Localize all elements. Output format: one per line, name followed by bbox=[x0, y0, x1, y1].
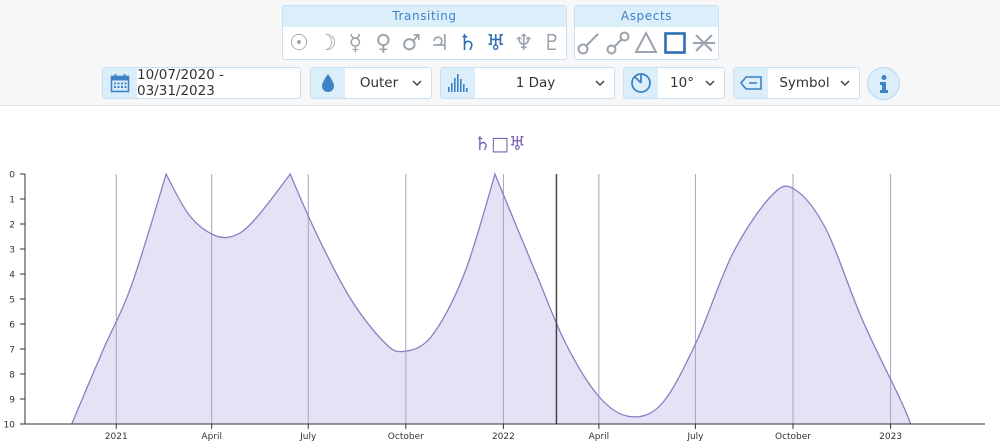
aspects-items bbox=[575, 27, 718, 59]
transiting-bodies: ☉ ☽ ☿ ♀ ♂ ♃ ♄ ♅ ♆ ♇ bbox=[283, 27, 566, 59]
interval-value: 1 Day bbox=[515, 75, 556, 91]
orb-chart: 0 1 2 3 4 5 6 7 8 9 10 2021 April July October 2022 Apri… bbox=[4, 171, 985, 442]
series-area bbox=[71, 174, 911, 424]
x-tick-label: 2022 bbox=[492, 432, 515, 442]
interval-select[interactable]: 1 Day bbox=[440, 67, 615, 99]
toolbar: Transiting ☉ ☽ ☿ ♀ ♂ ♃ ♄ ♅ ♆ ♇ Aspects 1… bbox=[0, 0, 1000, 106]
orb-select[interactable]: 10° bbox=[623, 67, 725, 99]
info-button[interactable] bbox=[867, 67, 900, 100]
mars-icon[interactable]: ♂ bbox=[397, 27, 425, 59]
planet-set-select[interactable]: Outer bbox=[310, 67, 432, 99]
square-icon[interactable] bbox=[661, 27, 690, 59]
transiting-header: Transiting bbox=[283, 6, 566, 27]
y-tick-label: 9 bbox=[9, 396, 15, 406]
y-tick-label: 0 bbox=[9, 171, 15, 181]
mercury-icon[interactable]: ☿ bbox=[341, 27, 369, 59]
y-tick-label: 10 bbox=[4, 421, 16, 431]
chevron-down-icon bbox=[840, 80, 850, 87]
jupiter-icon[interactable]: ♃ bbox=[425, 27, 453, 59]
date-range-value[interactable]: 10/07/2020 - 03/31/2023 bbox=[137, 67, 300, 99]
water-drop-icon bbox=[311, 68, 345, 98]
y-tick-label: 3 bbox=[9, 246, 15, 256]
display-value: Symbol bbox=[779, 75, 830, 91]
y-tick-label: 8 bbox=[9, 371, 15, 381]
moon-icon[interactable]: ☽ bbox=[313, 27, 341, 59]
y-tick-label: 2 bbox=[9, 221, 15, 231]
x-tick-label: April bbox=[589, 432, 610, 442]
opposition-icon[interactable] bbox=[604, 27, 633, 59]
x-tick-label: July bbox=[686, 432, 704, 442]
histogram-icon bbox=[441, 68, 475, 98]
x-tick-label: 2021 bbox=[105, 432, 128, 442]
calendar-icon bbox=[103, 68, 137, 98]
chevron-down-icon bbox=[412, 80, 422, 87]
neptune-icon[interactable]: ♆ bbox=[510, 27, 538, 59]
y-tick-label: 6 bbox=[9, 321, 15, 331]
date-range-control[interactable]: 10/07/2020 - 03/31/2023 bbox=[102, 67, 301, 99]
x-tick-label: 2023 bbox=[879, 432, 902, 442]
chevron-down-icon bbox=[705, 80, 715, 87]
orb-value: 10° bbox=[670, 75, 694, 91]
pluto-icon[interactable]: ♇ bbox=[538, 27, 566, 59]
y-tick-label: 4 bbox=[9, 271, 15, 281]
sun-icon[interactable]: ☉ bbox=[285, 27, 313, 59]
y-tick-label: 5 bbox=[9, 296, 15, 306]
info-icon bbox=[879, 74, 888, 93]
aspects-panel: Aspects bbox=[574, 5, 719, 60]
x-tick-label: October bbox=[388, 432, 424, 442]
x-tick-label: April bbox=[201, 432, 222, 442]
x-tick-label: October bbox=[775, 432, 811, 442]
chevron-down-icon bbox=[595, 80, 605, 87]
sextile-icon[interactable] bbox=[689, 27, 718, 59]
chart-title: ♄□♅ bbox=[473, 133, 527, 155]
y-tick-label: 7 bbox=[9, 346, 15, 356]
display-select[interactable]: Symbol bbox=[733, 67, 860, 99]
transiting-panel: Transiting ☉ ☽ ☿ ♀ ♂ ♃ ♄ ♅ ♆ ♇ bbox=[282, 5, 567, 60]
trine-icon[interactable] bbox=[632, 27, 661, 59]
orb-gauge-icon bbox=[624, 68, 658, 98]
tag-icon bbox=[734, 68, 768, 98]
uranus-icon[interactable]: ♅ bbox=[482, 27, 510, 59]
conjunction-icon[interactable] bbox=[575, 27, 604, 59]
planet-set-value: Outer bbox=[359, 75, 399, 91]
venus-icon[interactable]: ♀ bbox=[369, 27, 397, 59]
aspects-header: Aspects bbox=[575, 6, 718, 27]
x-tick-label: July bbox=[299, 432, 317, 442]
saturn-icon[interactable]: ♄ bbox=[454, 27, 482, 59]
y-tick-label: 1 bbox=[9, 196, 15, 206]
